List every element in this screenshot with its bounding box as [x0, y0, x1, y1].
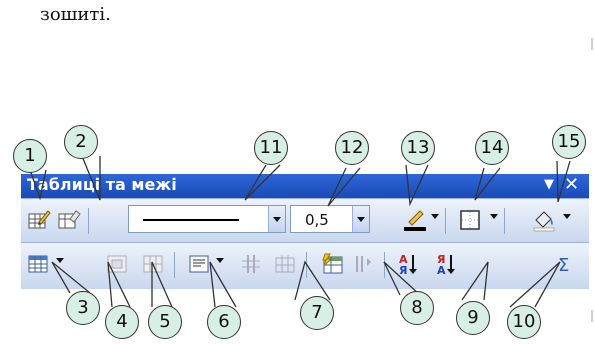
callout-11: 11	[254, 131, 288, 165]
insert-table-icon	[28, 255, 48, 273]
sort-ascending-icon: А Я	[399, 253, 417, 276]
distribute-rows-icon	[242, 255, 260, 273]
separator	[306, 252, 307, 278]
callout-1: 1	[13, 139, 47, 173]
change-text-direction-icon	[356, 256, 371, 272]
distribute-columns-icon	[275, 255, 295, 273]
merge-cells-button[interactable]	[105, 252, 129, 276]
align-icon	[189, 255, 209, 273]
callout-2: 2	[64, 125, 98, 159]
callout-10: 10	[507, 305, 541, 339]
border-color-button[interactable]	[403, 208, 427, 232]
callout-4: 4	[105, 305, 139, 339]
align-button[interactable]	[187, 252, 211, 276]
sort-descending-button[interactable]: Я А	[434, 252, 458, 276]
toolbar-row-2: А Я Я А Σ	[21, 242, 589, 289]
sort-descending-icon: Я А	[437, 253, 455, 276]
svg-text:Я: Я	[399, 264, 407, 276]
toolbar-row-1: 0,5	[21, 198, 589, 243]
callout-14: 14	[475, 131, 509, 165]
close-icon[interactable]: ✕	[564, 174, 579, 195]
callout-15: 15	[552, 125, 586, 159]
chevron-down-icon[interactable]	[56, 258, 64, 263]
callout-5: 5	[148, 305, 182, 339]
callout-12: 12	[335, 131, 369, 165]
eraser-icon	[58, 210, 81, 229]
callout-6: 6	[207, 305, 241, 339]
draw-table-button[interactable]	[27, 208, 51, 232]
chevron-down-icon[interactable]	[216, 258, 224, 263]
separator	[384, 252, 385, 278]
toolbar-titlebar[interactable]: Таблиці та межі ▼ ✕	[21, 174, 589, 198]
callout-3: 3	[66, 291, 100, 325]
line-style-sample	[143, 219, 239, 221]
chevron-down-icon[interactable]	[563, 214, 571, 219]
callout-7: 7	[300, 296, 334, 330]
border-color-icon	[404, 210, 426, 231]
toolbar-title: Таблиці та межі	[27, 175, 177, 194]
toolbar-options-icon[interactable]: ▼	[544, 177, 554, 192]
chevron-down-icon[interactable]	[268, 206, 285, 232]
page-edge-mark	[591, 310, 593, 322]
table-autoformat-icon	[322, 253, 343, 274]
separator	[445, 208, 446, 234]
autosum-icon: Σ	[558, 255, 569, 276]
shading-color-button[interactable]	[532, 208, 556, 232]
callout-13: 13	[401, 131, 435, 165]
distribute-rows-button[interactable]	[239, 252, 263, 276]
callout-8: 8	[400, 291, 434, 325]
chevron-down-icon[interactable]	[490, 214, 498, 219]
svg-text:А: А	[437, 264, 446, 276]
line-weight-select[interactable]: 0,5	[290, 205, 370, 233]
draw-table-icon	[28, 210, 51, 229]
split-cells-icon	[143, 255, 163, 273]
sort-ascending-button[interactable]: А Я	[396, 252, 420, 276]
chevron-down-icon[interactable]	[352, 206, 369, 232]
line-style-select[interactable]	[128, 205, 286, 233]
change-text-direction-button[interactable]	[351, 252, 375, 276]
separator	[88, 208, 89, 234]
merge-cells-icon	[107, 255, 127, 273]
page-edge-mark	[591, 38, 593, 50]
separator	[174, 252, 175, 278]
shading-color-icon	[533, 211, 555, 232]
outside-border-button[interactable]	[458, 208, 482, 232]
chevron-down-icon[interactable]	[431, 214, 439, 219]
eraser-button[interactable]	[57, 208, 81, 232]
distribute-columns-button[interactable]	[273, 252, 297, 276]
table-autoformat-button[interactable]	[321, 252, 345, 276]
split-cells-button[interactable]	[141, 252, 165, 276]
insert-table-button[interactable]	[27, 252, 51, 276]
tables-and-borders-toolbar: Таблиці та межі ▼ ✕ 0,5 А Я Я А Σ	[21, 174, 589, 289]
outside-border-icon	[460, 210, 480, 230]
line-weight-value: 0,5	[305, 211, 329, 229]
autosum-button[interactable]: Σ	[554, 252, 578, 276]
separator	[504, 208, 505, 234]
page-text: зошиті.	[40, 4, 111, 25]
svg-text:Σ: Σ	[558, 255, 569, 276]
callout-9: 9	[456, 301, 490, 335]
